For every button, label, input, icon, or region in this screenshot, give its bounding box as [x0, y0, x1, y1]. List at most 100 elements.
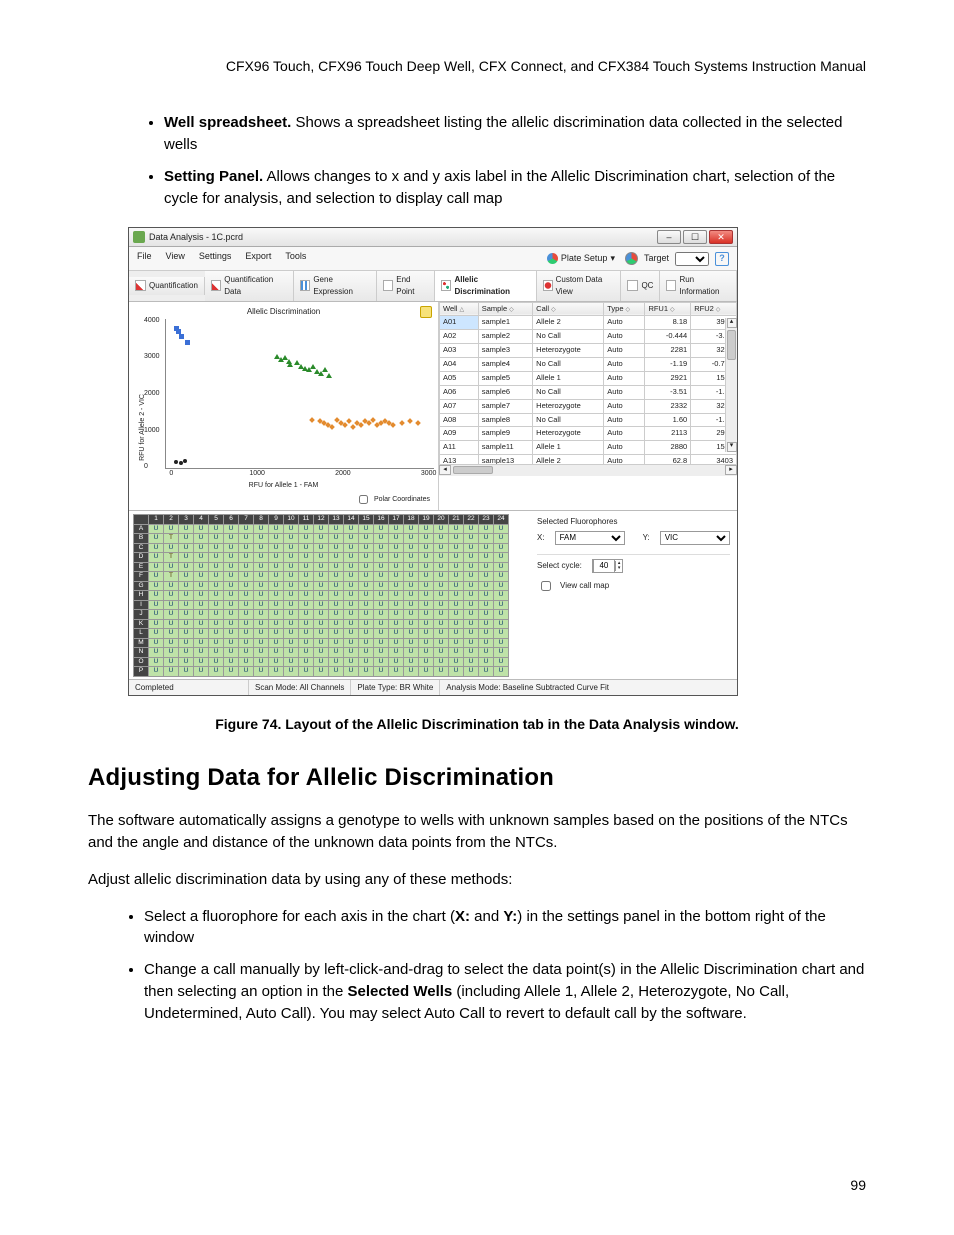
col-header[interactable]: 8: [254, 515, 269, 525]
well-cell[interactable]: U: [449, 591, 464, 601]
col-header[interactable]: 5: [209, 515, 224, 525]
well-cell[interactable]: U: [299, 638, 314, 648]
well-cell[interactable]: U: [329, 524, 344, 534]
well-cell[interactable]: U: [434, 638, 449, 648]
well-cell[interactable]: U: [239, 648, 254, 658]
data-point[interactable]: [287, 362, 293, 367]
col-header[interactable]: 19: [419, 515, 434, 525]
well-cell[interactable]: U: [314, 629, 329, 639]
well-cell[interactable]: U: [344, 591, 359, 601]
well-cell[interactable]: U: [284, 600, 299, 610]
well-cell[interactable]: U: [299, 572, 314, 582]
well-cell[interactable]: U: [164, 667, 179, 677]
well-cell[interactable]: U: [299, 600, 314, 610]
well-cell[interactable]: U: [194, 553, 209, 563]
well-cell[interactable]: U: [494, 534, 509, 544]
well-cell[interactable]: U: [269, 610, 284, 620]
well-cell[interactable]: U: [344, 562, 359, 572]
well-cell[interactable]: U: [389, 648, 404, 658]
well-cell[interactable]: U: [434, 600, 449, 610]
well-cell[interactable]: U: [419, 600, 434, 610]
well-cell[interactable]: U: [419, 657, 434, 667]
well-cell[interactable]: U: [299, 591, 314, 601]
well-cell[interactable]: U: [404, 591, 419, 601]
well-cell[interactable]: U: [164, 581, 179, 591]
well-cell[interactable]: U: [329, 629, 344, 639]
well-cell[interactable]: U: [299, 629, 314, 639]
maximize-button[interactable]: ☐: [683, 230, 707, 244]
col-header[interactable]: 18: [404, 515, 419, 525]
well-cell[interactable]: U: [389, 619, 404, 629]
col-header[interactable]: 6: [224, 515, 239, 525]
well-cell[interactable]: U: [149, 638, 164, 648]
well-cell[interactable]: U: [494, 572, 509, 582]
well-cell[interactable]: U: [464, 610, 479, 620]
well-cell[interactable]: U: [299, 543, 314, 553]
well-cell[interactable]: U: [329, 648, 344, 658]
data-point[interactable]: [179, 461, 183, 465]
well-cell[interactable]: U: [314, 572, 329, 582]
well-cell[interactable]: U: [479, 553, 494, 563]
well-cell[interactable]: U: [344, 657, 359, 667]
col-header[interactable]: 23: [479, 515, 494, 525]
well-cell[interactable]: U: [209, 629, 224, 639]
table-row[interactable]: A11sample11Allele 1Auto28801510: [440, 441, 737, 455]
row-header[interactable]: J: [134, 610, 149, 620]
table-row[interactable]: A04sample4No CallAuto-1.19-0.793: [440, 358, 737, 372]
row-header[interactable]: I: [134, 600, 149, 610]
row-header[interactable]: D: [134, 553, 149, 563]
well-cell[interactable]: U: [479, 581, 494, 591]
well-cell[interactable]: U: [239, 543, 254, 553]
well-cell[interactable]: U: [464, 572, 479, 582]
well-cell[interactable]: U: [269, 638, 284, 648]
data-point[interactable]: [358, 422, 364, 428]
well-cell[interactable]: U: [179, 581, 194, 591]
well-cell[interactable]: U: [359, 610, 374, 620]
well-cell[interactable]: U: [419, 667, 434, 677]
col-call[interactable]: Call◇: [533, 302, 604, 316]
row-header[interactable]: B: [134, 534, 149, 544]
well-cell[interactable]: U: [419, 629, 434, 639]
row-header[interactable]: E: [134, 562, 149, 572]
well-cell[interactable]: U: [389, 553, 404, 563]
menu-view[interactable]: View: [166, 250, 185, 267]
cycle-spinner[interactable]: ▴▾: [592, 559, 624, 573]
well-cell[interactable]: U: [344, 581, 359, 591]
well-cell[interactable]: U: [419, 534, 434, 544]
well-data-table[interactable]: Well△ Sample◇ Call◇ Type◇ RFU1◇ RFU2◇ A0…: [439, 302, 737, 464]
well-cell[interactable]: U: [209, 638, 224, 648]
table-row[interactable]: A13sample13Allele 2Auto62.83403: [440, 455, 737, 464]
well-cell[interactable]: U: [269, 543, 284, 553]
well-cell[interactable]: U: [464, 543, 479, 553]
well-cell[interactable]: U: [359, 629, 374, 639]
col-rfu1[interactable]: RFU1◇: [645, 302, 691, 316]
well-cell[interactable]: U: [479, 543, 494, 553]
well-cell[interactable]: U: [374, 524, 389, 534]
well-cell[interactable]: U: [299, 619, 314, 629]
well-cell[interactable]: U: [404, 534, 419, 544]
well-cell[interactable]: U: [329, 553, 344, 563]
well-cell[interactable]: U: [284, 638, 299, 648]
well-cell[interactable]: U: [269, 667, 284, 677]
well-cell[interactable]: U: [179, 619, 194, 629]
y-fluorophore-select[interactable]: VIC: [660, 531, 730, 545]
well-cell[interactable]: U: [254, 543, 269, 553]
well-cell[interactable]: U: [314, 524, 329, 534]
well-cell[interactable]: U: [359, 591, 374, 601]
menu-file[interactable]: File: [137, 250, 152, 267]
well-cell[interactable]: U: [389, 638, 404, 648]
well-cell[interactable]: U: [494, 524, 509, 534]
well-cell[interactable]: U: [314, 619, 329, 629]
well-cell[interactable]: U: [284, 572, 299, 582]
table-row[interactable]: A05sample5Allele 1Auto29211521: [440, 371, 737, 385]
well-cell[interactable]: U: [224, 581, 239, 591]
menu-export[interactable]: Export: [245, 250, 271, 267]
table-vertical-scrollbar[interactable]: ▴ ▾: [725, 318, 737, 452]
well-cell[interactable]: U: [479, 534, 494, 544]
well-cell[interactable]: U: [284, 610, 299, 620]
well-cell[interactable]: U: [314, 610, 329, 620]
well-cell[interactable]: U: [284, 657, 299, 667]
well-cell[interactable]: U: [239, 572, 254, 582]
row-header[interactable]: C: [134, 543, 149, 553]
col-header[interactable]: 20: [434, 515, 449, 525]
